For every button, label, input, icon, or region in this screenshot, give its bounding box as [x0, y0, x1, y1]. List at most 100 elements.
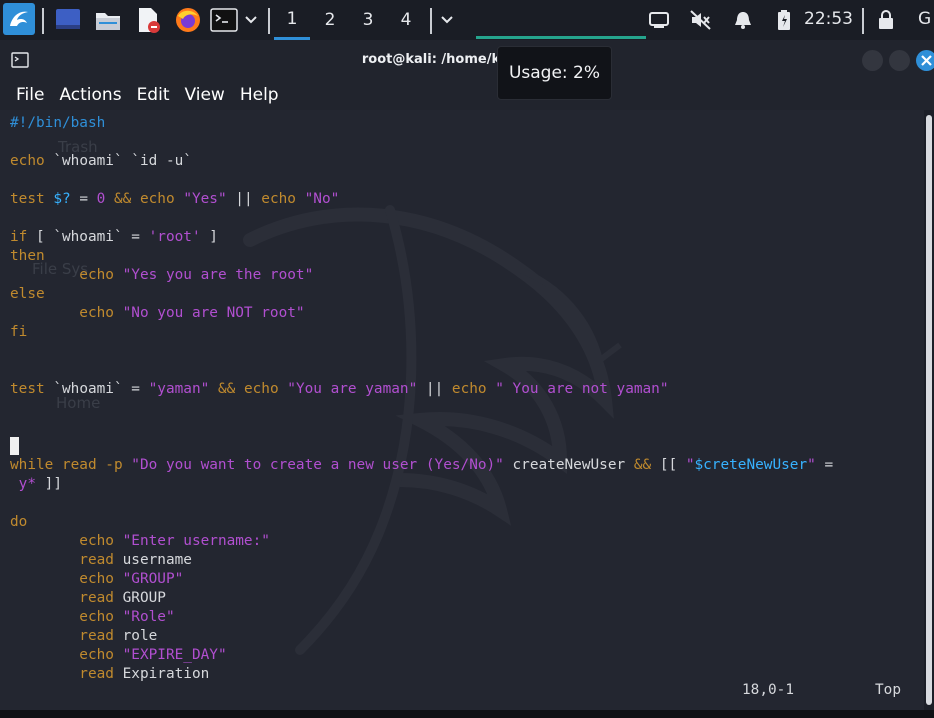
code-line: test `whoami` = "yaman" && echo "You are…: [10, 380, 833, 399]
code-token: Expiration: [122, 666, 210, 682]
desktop-icon[interactable]: [54, 6, 82, 34]
code-line: echo "Yes you are the root": [10, 266, 833, 285]
menu-file[interactable]: File: [16, 85, 44, 105]
code-token: 'root': [148, 229, 201, 245]
code-token: fi: [10, 324, 28, 340]
code-line: read role: [10, 627, 833, 646]
code-line: echo "Role": [10, 608, 833, 627]
code-token: "Do you want to create a new user (Yes/N…: [131, 457, 504, 473]
code-token: test: [10, 191, 54, 207]
workspace-3[interactable]: 3: [350, 0, 386, 40]
code-line: y* ]]: [10, 475, 833, 494]
code-line: test $? = 0 && echo "Yes" || echo "No": [10, 190, 833, 209]
code-token: ": [807, 457, 816, 473]
code-token: echo: [10, 533, 123, 549]
panel-separator: [430, 8, 432, 34]
menu-view[interactable]: View: [184, 85, 224, 105]
code-token: " You are not yaman": [495, 381, 669, 397]
close-button[interactable]: [916, 50, 934, 71]
display-icon[interactable]: [647, 8, 671, 32]
notification-bell-icon[interactable]: [731, 8, 755, 32]
workspace-label: 4: [400, 10, 412, 30]
panel-separator: [268, 8, 270, 34]
code-token: ]]: [36, 476, 62, 492]
code-token: echo: [243, 381, 288, 397]
script-source[interactable]: #!/bin/bash echo `whoami` `id -u` test $? …: [10, 114, 833, 684]
window-bottom-edge: [0, 710, 934, 718]
code-token: `whoami` =: [53, 381, 149, 397]
code-token: while read -p: [10, 457, 132, 473]
code-token: GROUP: [122, 590, 166, 606]
code-line: if [ `whoami` = 'root' ]: [10, 228, 833, 247]
menu-edit[interactable]: Edit: [137, 85, 170, 105]
minimize-button[interactable]: [862, 50, 883, 71]
window-title: root@kali: /home/kali/scripts: [361, 52, 573, 67]
maximize-button[interactable]: [889, 50, 910, 71]
code-token: &&: [209, 381, 244, 397]
code-token: "You are yaman": [287, 381, 418, 397]
panel-separator: [42, 8, 44, 34]
workspace-1[interactable]: 1: [274, 0, 310, 40]
battery-icon[interactable]: [772, 8, 796, 32]
code-token: if: [10, 229, 28, 245]
code-token: "EXPIRE_DAY": [122, 647, 227, 663]
title-bar[interactable]: root@kali: /home/kali/scripts: [0, 40, 934, 80]
code-token: #!/bin/bash: [10, 115, 106, 131]
menu-actions[interactable]: Actions: [59, 85, 121, 105]
code-token: &&: [105, 191, 140, 207]
code-token: "Role": [122, 609, 175, 625]
code-token: "No you are NOT root": [122, 305, 305, 321]
code-token: echo: [10, 153, 54, 169]
code-line: echo "EXPIRE_DAY": [10, 646, 833, 665]
workspace-label: 1: [286, 8, 298, 29]
code-token: $creteNewUser: [694, 457, 808, 473]
file-manager-icon[interactable]: [94, 6, 122, 34]
code-token: &&: [633, 457, 652, 473]
code-token: echo: [10, 609, 123, 625]
desktop: 1 2 3 4 22:53 G root@kali: /home/kali/sc…: [0, 0, 934, 718]
code-token: do: [10, 514, 28, 530]
panel-separator: [862, 8, 864, 34]
code-token: username: [122, 552, 192, 568]
code-token: echo: [10, 571, 123, 587]
cursor-position: 18,0-1: [742, 682, 794, 698]
code-token: $?: [53, 191, 71, 207]
code-token: echo: [10, 267, 123, 283]
menu-help[interactable]: Help: [240, 85, 279, 105]
workspace-label: 2: [324, 10, 336, 30]
code-token: echo: [139, 191, 184, 207]
chevron-down-icon[interactable]: [240, 6, 262, 34]
clock[interactable]: 22:53: [804, 9, 853, 29]
workspace-label: 3: [362, 10, 374, 30]
code-token: ||: [417, 381, 452, 397]
menu-bar: File Actions Edit View Help: [0, 80, 934, 110]
workspace-chevron-down-icon[interactable]: [436, 6, 458, 34]
code-line: read GROUP: [10, 589, 833, 608]
code-line: echo "GROUP": [10, 570, 833, 589]
terminal-content[interactable]: Trash File Sys Home #!/bin/bash echo `who…: [0, 110, 924, 710]
code-line: fi: [10, 323, 833, 342]
code-token: =: [70, 191, 97, 207]
kali-menu-icon[interactable]: [3, 3, 35, 35]
code-token: read: [10, 590, 123, 606]
volume-muted-icon[interactable]: [689, 8, 713, 32]
lock-icon[interactable]: [874, 8, 898, 32]
terminal-icon[interactable]: [210, 6, 238, 34]
code-token: else: [10, 286, 45, 302]
close-icon: [921, 55, 932, 66]
workspace-2[interactable]: 2: [312, 0, 348, 40]
workspace-4[interactable]: 4: [388, 0, 424, 40]
code-token: "yaman": [148, 381, 210, 397]
scrollbar-thumb[interactable]: [926, 115, 932, 705]
text-editor-icon[interactable]: [134, 6, 162, 34]
code-line: do: [10, 513, 833, 532]
code-token: `whoami` `id -u`: [53, 153, 192, 169]
code-line: echo "No you are NOT root": [10, 304, 833, 323]
firefox-icon[interactable]: [174, 6, 202, 34]
code-token: "Yes": [183, 191, 227, 207]
code-line: echo "Enter username:": [10, 532, 833, 551]
user-menu-label[interactable]: G: [918, 9, 931, 29]
code-token: test: [10, 381, 54, 397]
